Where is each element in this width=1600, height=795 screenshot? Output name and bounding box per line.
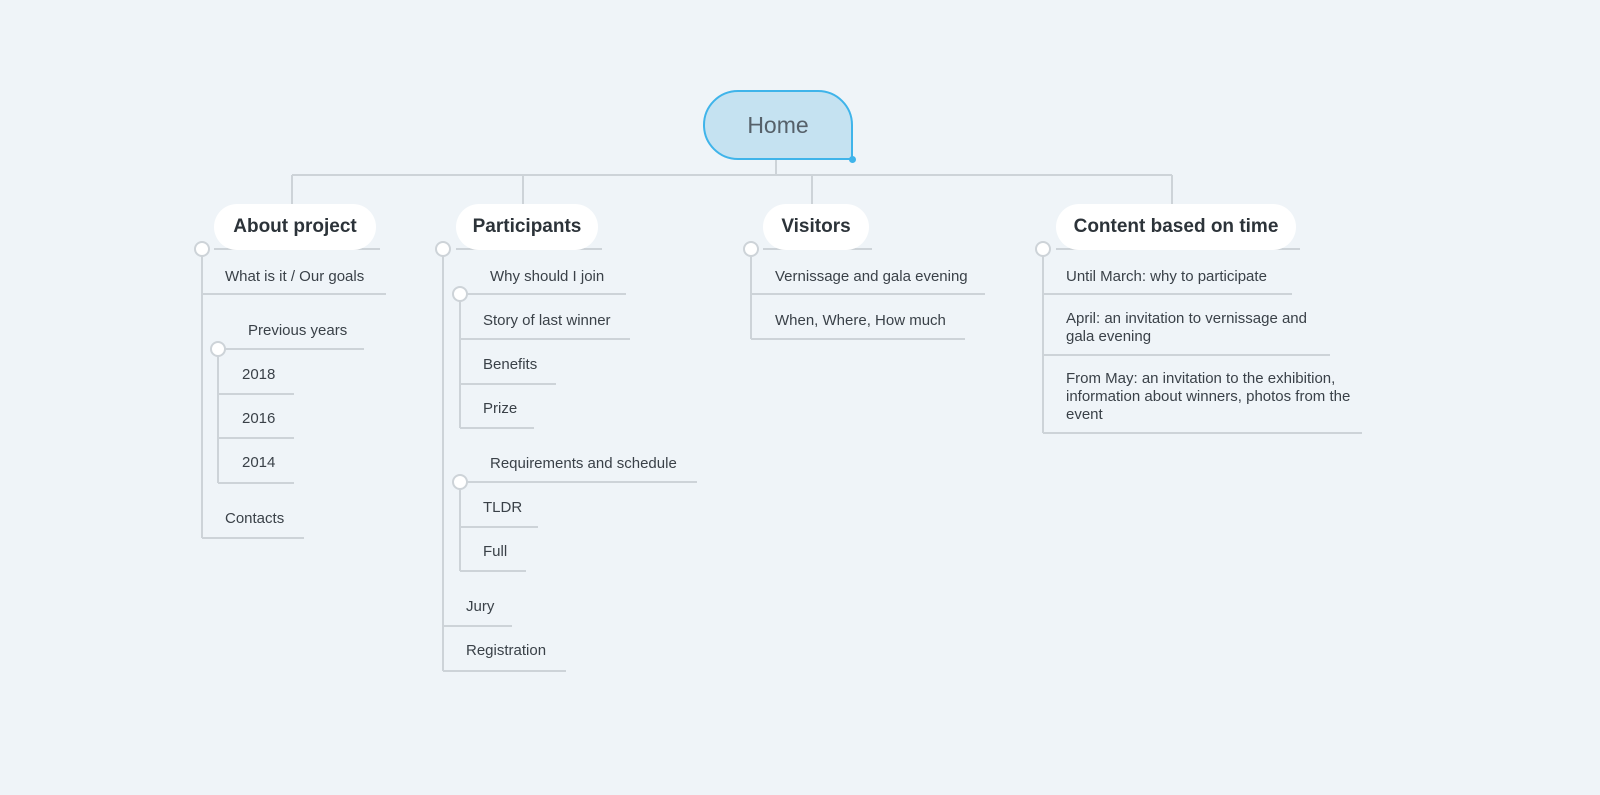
node-until-march[interactable]: Until March: why to participate (1066, 268, 1267, 286)
node-tldr[interactable]: TLDR (483, 499, 522, 517)
node-benefits[interactable]: Benefits (483, 356, 537, 374)
collapse-toggle-icon (194, 241, 210, 257)
branch-about-project[interactable]: About project (214, 204, 376, 250)
node-year-2018[interactable]: 2018 (242, 366, 275, 384)
node-contacts[interactable]: Contacts (225, 510, 284, 528)
node-what-is-it[interactable]: What is it / Our goals (225, 268, 364, 286)
collapse-toggle-icon (452, 474, 468, 490)
node-year-2016[interactable]: 2016 (242, 410, 275, 428)
collapse-toggle-icon (435, 241, 451, 257)
branch-participants[interactable]: Participants (456, 204, 598, 250)
node-when-where-how-much[interactable]: When, Where, How much (775, 312, 946, 330)
node-year-2014[interactable]: 2014 (242, 454, 275, 472)
node-previous-years[interactable]: Previous years (248, 322, 347, 340)
node-story-of-last-winner[interactable]: Story of last winner (483, 312, 611, 330)
node-jury[interactable]: Jury (466, 598, 494, 616)
resize-handle-icon[interactable] (849, 156, 856, 163)
node-full[interactable]: Full (483, 543, 507, 561)
branch-content-based-on-time[interactable]: Content based on time (1056, 204, 1296, 250)
root-node-home[interactable]: Home (703, 90, 853, 160)
node-requirements-and-schedule[interactable]: Requirements and schedule (490, 455, 677, 473)
node-registration[interactable]: Registration (466, 642, 546, 660)
branch-visitors[interactable]: Visitors (763, 204, 869, 250)
node-from-may[interactable]: From May: an invitation to the exhibitio… (1066, 370, 1358, 424)
collapse-toggle-icon (452, 286, 468, 302)
node-vernissage-and-gala-evening[interactable]: Vernissage and gala evening (775, 268, 968, 286)
node-why-should-i-join[interactable]: Why should I join (490, 268, 604, 286)
collapse-toggle-icon (210, 341, 226, 357)
collapse-toggle-icon (1035, 241, 1051, 257)
collapse-toggle-icon (743, 241, 759, 257)
node-april[interactable]: April: an invitation to vernissage and g… (1066, 310, 1328, 346)
node-prize[interactable]: Prize (483, 400, 517, 418)
